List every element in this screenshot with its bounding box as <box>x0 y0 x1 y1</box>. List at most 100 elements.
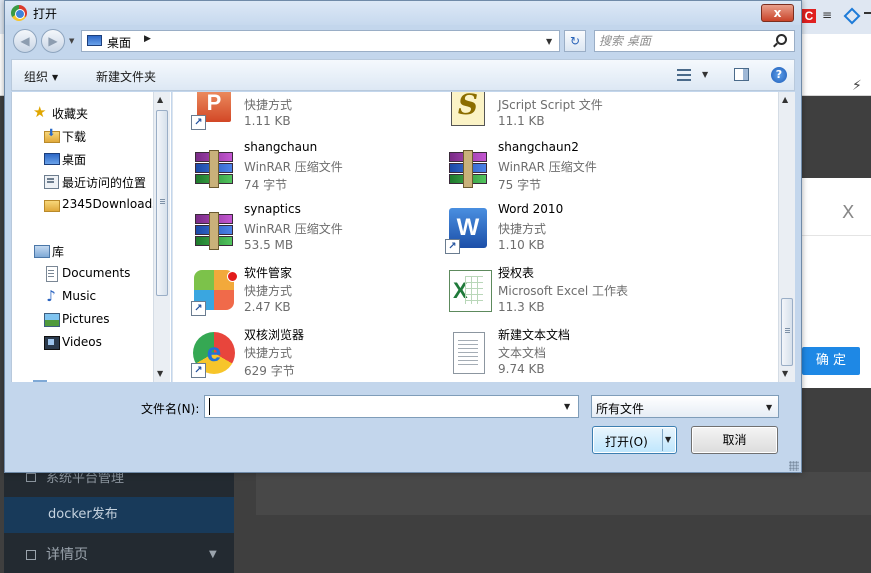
text-document-icon <box>445 332 491 378</box>
search-icon[interactable] <box>776 34 787 45</box>
file-item[interactable]: ↗ 快捷方式 1.11 KB <box>173 92 423 134</box>
organize-button[interactable]: 组织 ▼ <box>24 68 58 85</box>
file-item[interactable]: ↗ 双核浏览器 快捷方式 629 字节 <box>173 326 423 382</box>
file-name: shangchaun <box>244 140 318 154</box>
sidebar-item-label: 2345Downloads <box>62 197 159 211</box>
lightning-icon[interactable]: ⚡ <box>852 78 862 94</box>
file-list-scrollbar[interactable]: ▲ ▼ <box>778 92 795 382</box>
file-type-select[interactable]: 所有文件 ▼ <box>591 395 779 418</box>
sidebar-item-videos[interactable]: Videos <box>12 332 160 352</box>
menu-box-icon <box>26 473 36 482</box>
sidebar-item-label: Pictures <box>62 312 110 326</box>
sidebar-item-label: 库 <box>52 245 65 259</box>
breadcrumb-arrow-icon[interactable]: ▶ <box>144 34 151 44</box>
confirm-button[interactable]: 确 定 <box>802 347 860 375</box>
address-bar[interactable]: 桌面 ▶ ▼ <box>81 30 560 52</box>
sidebar-item-2345downloads[interactable]: 2345Downloads <box>12 194 160 214</box>
sidebar-item-recent-places[interactable]: 最近访问的位置 <box>12 171 160 191</box>
sidebar-item-label: 系统平台管理 <box>46 471 125 486</box>
tab-diamond-icon[interactable] <box>843 7 861 25</box>
open-options-dropdown-icon[interactable]: ▼ <box>665 435 671 444</box>
tab-logo-icon[interactable]: C <box>802 9 816 23</box>
close-button[interactable]: x <box>761 4 794 22</box>
file-name: 软件管家 <box>244 266 293 280</box>
tab-menu-icon[interactable]: ≡ <box>822 8 832 22</box>
address-segment-desktop[interactable]: 桌面 <box>107 34 131 51</box>
background-sidebar: 系统平台管理 docker发布 详情页 ▼ <box>4 471 234 573</box>
navigation-pane: ★ 收藏夹 下载 桌面 最近访问的位置 2345Downloads 库 Docu… <box>11 92 171 382</box>
help-icon[interactable]: ? <box>771 67 787 83</box>
file-type: 快捷方式 <box>244 346 293 360</box>
scroll-thumb[interactable] <box>781 298 793 366</box>
file-type: JScript Script 文件 <box>498 98 603 112</box>
organize-label: 组织 <box>24 70 49 84</box>
dialog-titlebar[interactable]: 打开 x <box>5 1 801 25</box>
new-folder-button[interactable]: 新建文件夹 <box>96 68 156 85</box>
file-item[interactable]: ↗ 软件管家 快捷方式 2.47 KB <box>173 264 423 320</box>
back-button[interactable]: ◀ <box>13 29 37 53</box>
powerpoint-icon: ↗ <box>191 92 237 130</box>
forward-button[interactable]: ▶ <box>41 29 65 53</box>
desktop-icon <box>87 35 102 46</box>
file-item[interactable]: synaptics WinRAR 压缩文件 53.5 MB <box>173 202 423 258</box>
browser-icon: ↗ <box>191 332 237 378</box>
sidebar-item-docker[interactable]: docker发布 <box>4 497 234 533</box>
file-size: 1.11 KB <box>244 114 291 128</box>
file-item[interactable]: ↗ Word 2010 快捷方式 1.10 KB <box>427 202 677 258</box>
preview-pane-icon[interactable] <box>734 68 749 81</box>
library-icon <box>33 242 50 258</box>
sidebar-item-music[interactable]: ♪ Music <box>12 286 160 306</box>
file-item[interactable]: shangchaun WinRAR 压缩文件 74 字节 <box>173 140 423 196</box>
shortcut-arrow-icon: ↗ <box>445 239 460 254</box>
sidebar-item-favorites[interactable]: ★ 收藏夹 <box>12 102 160 122</box>
search-input[interactable] <box>599 33 769 49</box>
sidebar-item-detail[interactable]: 详情页 ▼ <box>4 537 234 573</box>
folder-icon <box>43 196 60 212</box>
sidebar-item-platform[interactable]: 系统平台管理 <box>4 471 234 497</box>
recent-places-icon <box>43 173 59 189</box>
sidebar-item-documents[interactable]: Documents <box>12 263 160 283</box>
scroll-down-icon[interactable]: ▼ <box>157 369 163 378</box>
file-size: 629 字节 <box>244 364 295 378</box>
search-box[interactable] <box>594 30 795 52</box>
filename-combobox[interactable]: ▼ <box>204 395 579 418</box>
background-content <box>256 472 871 515</box>
navigation-scrollbar[interactable]: ▲ ▼ <box>153 92 170 382</box>
sidebar-item-pictures[interactable]: Pictures <box>12 309 160 329</box>
refresh-button[interactable]: ↻ <box>564 30 586 52</box>
file-name: 授权表 <box>498 266 535 280</box>
sidebar-item-libraries[interactable]: 库 <box>12 240 160 260</box>
scroll-up-icon[interactable]: ▲ <box>782 95 788 104</box>
view-options-icon[interactable] <box>677 68 691 82</box>
modal-close-icon[interactable]: X <box>842 202 854 223</box>
sidebar-item-desktop[interactable]: 桌面 <box>12 148 160 168</box>
open-file-dialog: 打开 x ◀ ▶ ▼ 桌面 ▶ ▼ ↻ 组织▼ 新建文件夹 ▼ ? ★ 收藏夹 <box>4 0 802 473</box>
file-name: Word 2010 <box>498 202 564 216</box>
file-type: 快捷方式 <box>498 222 547 236</box>
cancel-button[interactable]: 取消 <box>691 426 778 454</box>
scroll-thumb[interactable] <box>156 110 168 296</box>
scroll-up-icon[interactable]: ▲ <box>157 95 163 104</box>
sidebar-item-downloads[interactable]: 下载 <box>12 125 160 145</box>
file-item[interactable]: 新建文本文档 文本文档 9.74 KB <box>427 326 677 382</box>
view-dropdown-icon[interactable]: ▼ <box>702 70 708 79</box>
address-dropdown-icon[interactable]: ▼ <box>546 37 552 46</box>
minimize-icon[interactable] <box>864 12 871 14</box>
open-button[interactable]: 打开(O) ▼ <box>592 426 677 454</box>
recent-pages-dropdown-icon[interactable]: ▼ <box>69 37 74 45</box>
sidebar-item-partial[interactable] <box>33 376 93 382</box>
scroll-down-icon[interactable]: ▼ <box>782 369 788 378</box>
open-button-label: 打开(O) <box>605 435 648 449</box>
file-name: 新建文本文档 <box>498 328 571 342</box>
shortcut-arrow-icon: ↗ <box>191 363 206 378</box>
sidebar-item-label: Music <box>62 289 97 303</box>
file-type-value: 所有文件 <box>596 402 645 416</box>
sidebar-item-label: 收藏夹 <box>52 107 89 121</box>
filename-input[interactable] <box>209 398 554 415</box>
file-item[interactable]: JScript Script 文件 11.1 KB <box>427 92 677 134</box>
resize-grip[interactable] <box>789 461 799 471</box>
chevron-down-icon[interactable]: ▼ <box>564 402 570 411</box>
music-icon: ♪ <box>46 287 56 305</box>
file-item[interactable]: shangchaun2 WinRAR 压缩文件 75 字节 <box>427 140 677 196</box>
file-item[interactable]: 授权表 Microsoft Excel 工作表 11.3 KB <box>427 264 677 320</box>
